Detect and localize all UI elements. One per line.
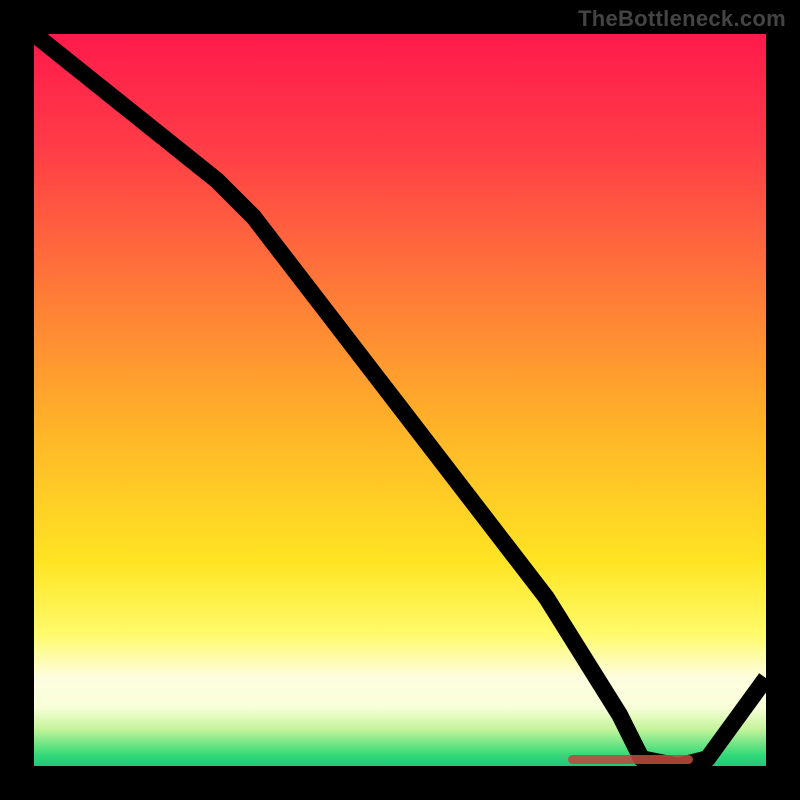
line-layer: [34, 34, 766, 766]
watermark-text: TheBottleneck.com: [578, 6, 786, 32]
optimal-range-marker: [568, 755, 692, 764]
chart-canvas: TheBottleneck.com: [0, 0, 800, 800]
bottleneck-curve: [34, 34, 766, 766]
plot-area: [34, 34, 766, 766]
